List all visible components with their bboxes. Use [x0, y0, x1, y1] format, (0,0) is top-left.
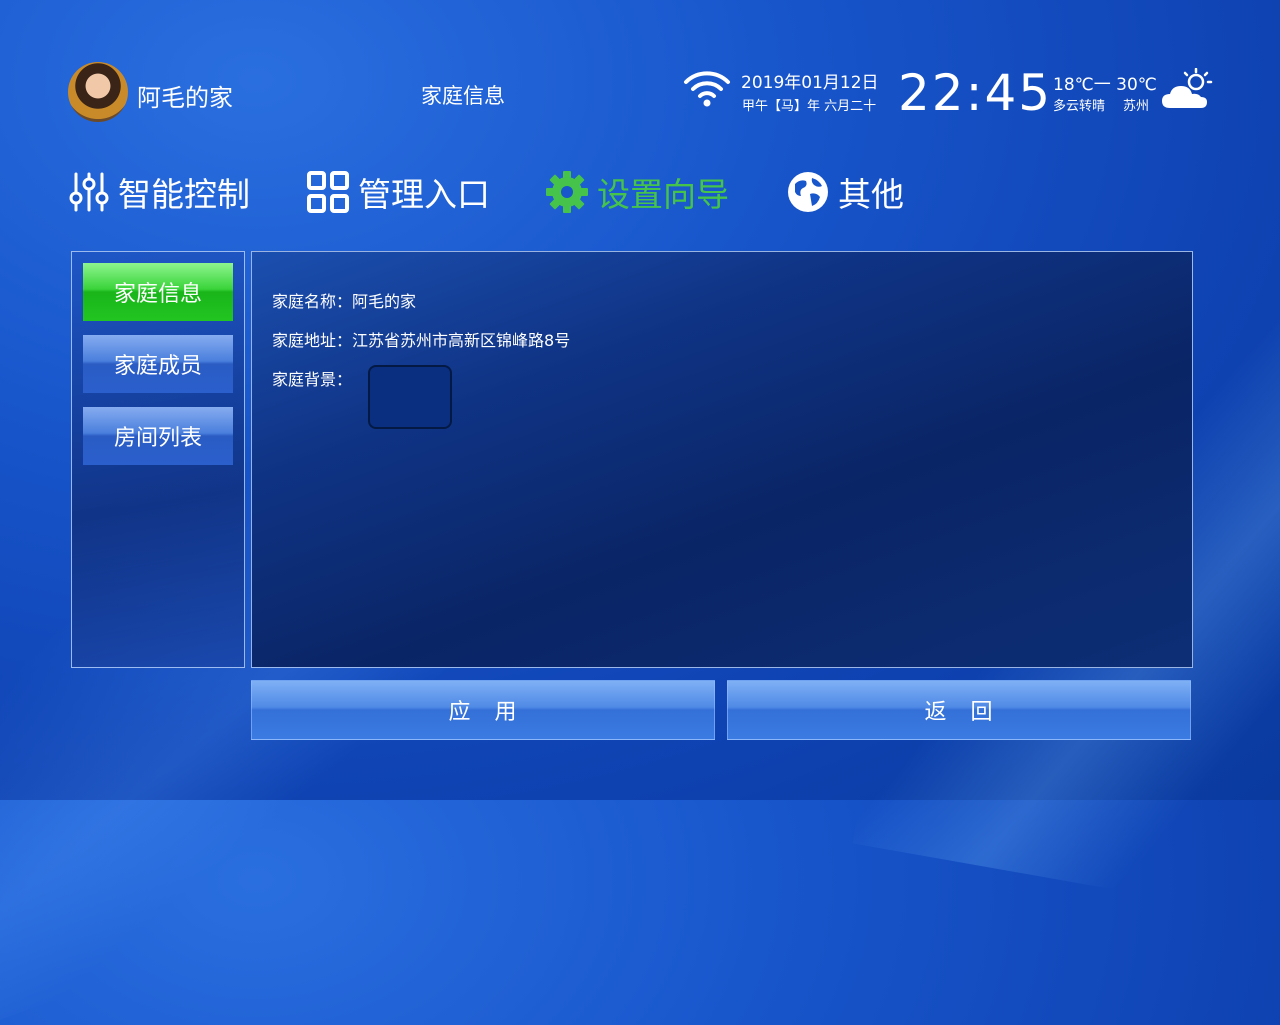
nav-setup-wizard[interactable]: 设置向导: [545, 168, 729, 216]
page-title: 家庭信息: [421, 84, 505, 108]
sidebar-item-room-list[interactable]: 房间列表: [83, 407, 233, 465]
back-button[interactable]: 返 回: [727, 680, 1191, 740]
sidebar-item-family-info[interactable]: 家庭信息: [83, 263, 233, 321]
family-name-value: 阿毛的家: [352, 292, 417, 311]
nav-label: 智能控制: [118, 175, 250, 214]
wifi-icon: [684, 71, 730, 107]
gear-icon: [546, 171, 588, 213]
family-name-row: 家庭名称： 阿毛的家: [272, 288, 416, 312]
partly-cloudy-icon: [1162, 68, 1213, 108]
apply-button[interactable]: 应 用: [251, 680, 715, 740]
clock-time: 22:45: [898, 64, 1053, 122]
nav-label: 其他: [838, 175, 904, 214]
family-background-row: 家庭背景：: [272, 366, 352, 390]
temperature-range: 18℃一 30℃: [1053, 75, 1157, 95]
family-address-label: 家庭地址：: [272, 331, 353, 350]
sidebar-item-family-members[interactable]: 家庭成员: [83, 335, 233, 393]
globe-icon: [788, 172, 828, 212]
family-name-label: 家庭名称：: [272, 292, 353, 311]
nav-management[interactable]: 管理入口: [306, 168, 490, 216]
nav-smart-control[interactable]: 智能控制: [68, 168, 250, 216]
background-image-picker[interactable]: [368, 365, 452, 429]
date-text: 2019年01月12日: [741, 73, 879, 93]
city-text: 苏州: [1123, 99, 1150, 114]
family-address-value: 江苏省苏州市高新区锦峰路8号: [352, 331, 571, 350]
family-background-label: 家庭背景：: [272, 370, 353, 389]
content-panel: 家庭名称： 阿毛的家 家庭地址： 江苏省苏州市高新区锦峰路8号 家庭背景：: [251, 251, 1193, 668]
weather-text: 多云转晴: [1053, 99, 1106, 114]
family-address-row: 家庭地址： 江苏省苏州市高新区锦峰路8号: [272, 327, 570, 351]
avatar[interactable]: [68, 62, 128, 122]
lunar-date-text: 甲午【马】年 六月二十: [742, 99, 877, 114]
sidebar-panel: 家庭信息 家庭成员 房间列表: [71, 251, 245, 668]
home-name: 阿毛的家: [137, 84, 233, 112]
grid-icon: [307, 171, 349, 213]
sliders-icon: [69, 172, 109, 212]
nav-label: 管理入口: [358, 175, 490, 214]
nav-label: 设置向导: [597, 175, 729, 214]
nav-other[interactable]: 其他: [786, 168, 904, 216]
